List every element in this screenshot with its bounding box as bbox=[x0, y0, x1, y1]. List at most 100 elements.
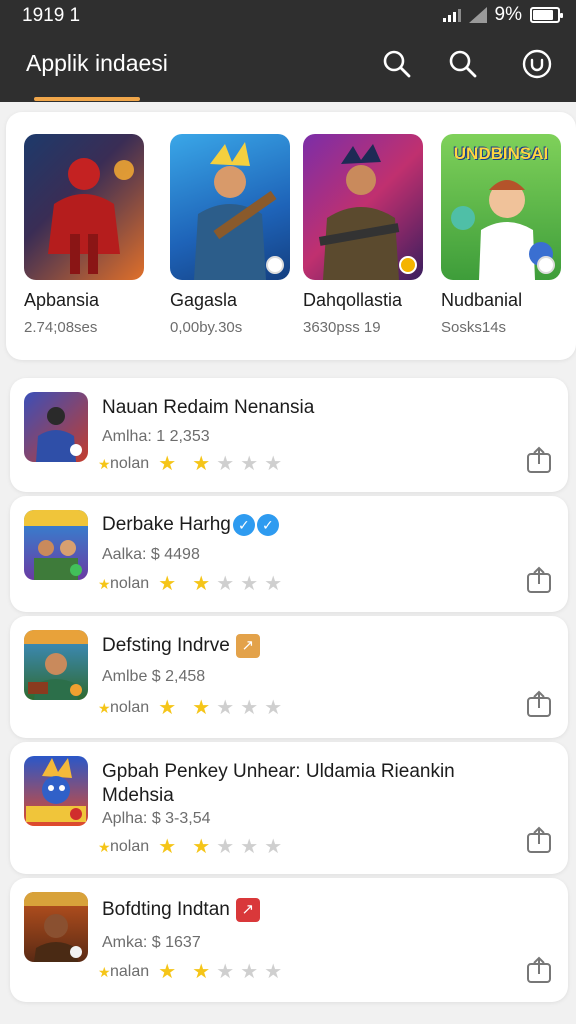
featured-app-image bbox=[170, 134, 290, 280]
app-title: Nauan Redaim Nenansia bbox=[102, 397, 315, 418]
top-bar: 1919 1 9% Applik indaesi bbox=[0, 0, 576, 102]
star-icon: ★ bbox=[240, 961, 259, 983]
star-icon: ★ bbox=[216, 573, 235, 595]
featured-app-stats: 2.74;08ses bbox=[24, 319, 98, 336]
list-item[interactable]: Gpbah Penkey Unhear: Uldamia Rieankin Md… bbox=[10, 742, 568, 874]
star-icon: ★ bbox=[264, 961, 283, 983]
app-meta: Amka: $ 1637 bbox=[102, 934, 201, 951]
featured-app-stats: 0,00by.30s bbox=[170, 319, 243, 336]
star-icon: ★ bbox=[216, 836, 235, 858]
star-icon: ★ bbox=[264, 836, 283, 858]
battery-percent: 9% bbox=[494, 4, 522, 25]
battery-icon bbox=[530, 7, 563, 23]
star-icon: ★ bbox=[158, 836, 177, 858]
featured-app-name: Dahqollastia bbox=[303, 290, 403, 310]
app-thumbnail bbox=[24, 510, 88, 580]
app-title: Applik indaesi bbox=[26, 50, 168, 76]
app-thumbnail bbox=[24, 892, 88, 962]
share-icon[interactable] bbox=[526, 956, 552, 984]
featured-app-4[interactable]: UNDBINSAI Nudbanial Sosks14s bbox=[441, 134, 571, 336]
rating-label: nolan bbox=[110, 838, 150, 855]
rating-label: nalan bbox=[110, 963, 150, 980]
star-icon: ★ bbox=[98, 456, 111, 472]
rating-label: nolan bbox=[110, 575, 150, 592]
featured-app-name: Gagasla bbox=[170, 290, 238, 310]
star-icon: ★ bbox=[98, 839, 111, 855]
star-icon: ★ bbox=[158, 453, 177, 475]
list-item[interactable]: Bofdting Indtan ↗ Amka: $ 1637 ★ nalan ★ … bbox=[10, 878, 568, 1002]
star-icon: ★ bbox=[240, 836, 259, 858]
list-item[interactable]: Derbake Harhg ✓ ✓ Aalka: $ 4498 ★ nolan ★ … bbox=[10, 496, 568, 612]
app-title: Derbake Harhg ✓ ✓ bbox=[102, 513, 279, 537]
star-icon: ★ bbox=[240, 697, 259, 719]
app-meta: Amlha: 1 2,353 bbox=[102, 428, 210, 445]
search-icon[interactable] bbox=[381, 48, 413, 80]
app-rating: ★ nolan ★ ★ ★ ★ ★ bbox=[98, 454, 285, 474]
search-icon-secondary[interactable] bbox=[447, 48, 479, 80]
featured-app-image bbox=[303, 134, 423, 280]
star-icon: ★ bbox=[216, 961, 235, 983]
app-title: Gpbah Penkey Unhear: Uldamia Rieankin Md… bbox=[102, 761, 455, 806]
profile-icon[interactable] bbox=[521, 48, 553, 80]
app-title-text: Derbake Harhg bbox=[102, 514, 231, 535]
featured-badge-icon bbox=[399, 256, 417, 274]
star-icon: ★ bbox=[192, 453, 211, 475]
featured-app-name: Apbansia bbox=[24, 290, 100, 310]
star-icon: ★ bbox=[98, 964, 111, 980]
app-rating: ★ nolan ★ ★ ★ ★ ★ bbox=[98, 837, 285, 857]
status-bar: 1919 1 9% bbox=[0, 0, 576, 32]
star-icon: ★ bbox=[240, 453, 259, 475]
verified-icon: ✓ bbox=[256, 513, 279, 536]
wifi-signal-icon bbox=[468, 7, 487, 23]
star-icon: ★ bbox=[158, 573, 177, 595]
star-icon: ★ bbox=[158, 697, 177, 719]
featured-app-logo: UNDBINSAI bbox=[453, 144, 549, 163]
star-icon: ★ bbox=[98, 576, 111, 592]
featured-badge-icon bbox=[266, 256, 284, 274]
star-icon: ★ bbox=[216, 453, 235, 475]
share-icon[interactable] bbox=[526, 690, 552, 718]
featured-app-stats: 3630pss 19 bbox=[303, 319, 381, 336]
rating-label: nolan bbox=[110, 699, 150, 716]
featured-carousel: Apbansia 2.74;08ses Gagasla 0,00by.30s D… bbox=[6, 112, 576, 360]
share-icon[interactable] bbox=[526, 446, 552, 474]
app-thumbnail bbox=[24, 756, 88, 826]
app-meta: Aalka: $ 4498 bbox=[102, 546, 200, 563]
app-title-text: Bofdting Indtan bbox=[102, 899, 230, 921]
list-item[interactable]: Defsting Indrve ↗ Amlbe $ 2,458 ★ nolan ★… bbox=[10, 616, 568, 738]
star-icon: ★ bbox=[264, 453, 283, 475]
star-icon: ★ bbox=[192, 961, 211, 983]
featured-app-name: Nudbanial bbox=[441, 290, 523, 310]
star-icon: ★ bbox=[216, 697, 235, 719]
share-icon[interactable] bbox=[526, 826, 552, 854]
share-icon[interactable] bbox=[526, 566, 552, 594]
app-thumbnail bbox=[24, 630, 88, 700]
star-icon: ★ bbox=[192, 573, 211, 595]
status-right: 9% bbox=[442, 4, 563, 26]
app-title-text: Defsting Indrve bbox=[102, 635, 230, 657]
star-icon: ★ bbox=[192, 697, 211, 719]
star-icon: ★ bbox=[158, 961, 177, 983]
tab-indicator bbox=[34, 97, 140, 101]
featured-badge-icon bbox=[537, 256, 555, 274]
star-icon: ★ bbox=[240, 573, 259, 595]
rank-badge-icon: ↗ bbox=[235, 898, 260, 922]
rating-label: nolan bbox=[110, 455, 150, 472]
featured-app-3[interactable]: Dahqollastia 3630pss 19 bbox=[303, 134, 433, 336]
featured-app-image bbox=[24, 134, 144, 280]
featured-app-1[interactable]: Apbansia 2.74;08ses bbox=[24, 134, 154, 336]
star-icon: ★ bbox=[264, 697, 283, 719]
featured-app-2[interactable]: Gagasla 0,00by.30s bbox=[170, 134, 300, 336]
status-time: 1919 1 bbox=[22, 5, 81, 26]
app-rating: ★ nalan ★ ★ ★ ★ ★ bbox=[98, 962, 285, 982]
app-meta: Amlbe $ 2,458 bbox=[102, 668, 206, 685]
list-item[interactable]: Nauan Redaim Nenansia Amlha: 1 2,353 ★ n… bbox=[10, 378, 568, 492]
signal-icon bbox=[442, 8, 461, 22]
app-title: Bofdting Indtan ↗ bbox=[102, 898, 260, 922]
featured-app-stats: Sosks14s bbox=[441, 319, 507, 336]
app-thumbnail bbox=[24, 392, 88, 462]
app-meta: Aplha: $ 3-3,54 bbox=[102, 810, 211, 827]
star-icon: ★ bbox=[192, 836, 211, 858]
app-rating: ★ nolan ★ ★ ★ ★ ★ bbox=[98, 698, 285, 718]
star-icon: ★ bbox=[264, 573, 283, 595]
